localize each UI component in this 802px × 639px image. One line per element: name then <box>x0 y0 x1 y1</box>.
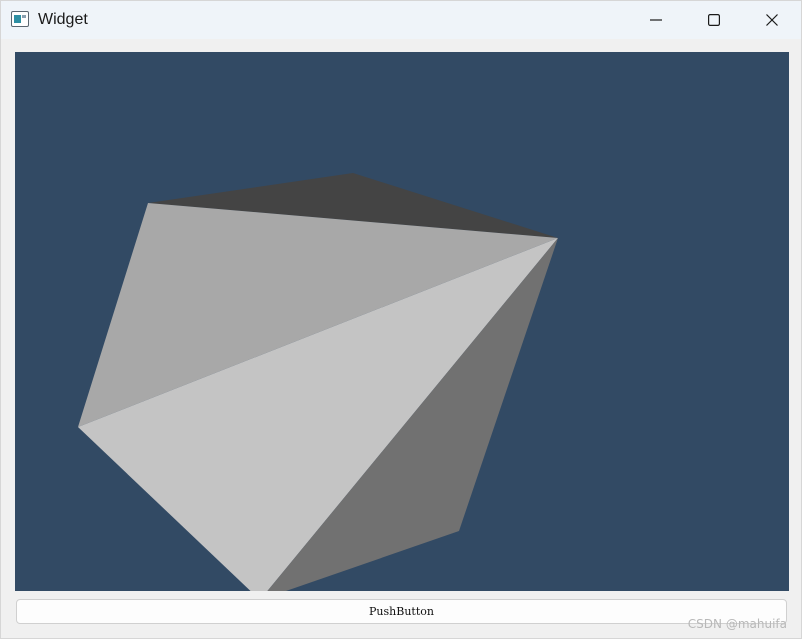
window-title: Widget <box>38 11 88 28</box>
close-icon <box>766 14 778 26</box>
minimize-button[interactable] <box>627 1 685 39</box>
opengl-viewport[interactable] <box>15 52 789 591</box>
push-button[interactable]: PushButton <box>16 599 787 624</box>
app-window: Widget PushButton CSDN @mahuifa <box>0 0 802 639</box>
maximize-icon <box>708 14 720 26</box>
watermark-text: CSDN @mahuifa <box>687 617 787 631</box>
maximize-button[interactable] <box>685 1 743 39</box>
octahedron-render <box>78 173 558 591</box>
title-bar[interactable]: Widget <box>1 1 801 39</box>
minimize-icon <box>650 19 662 21</box>
window-app-icon <box>11 11 29 27</box>
close-button[interactable] <box>743 1 801 39</box>
